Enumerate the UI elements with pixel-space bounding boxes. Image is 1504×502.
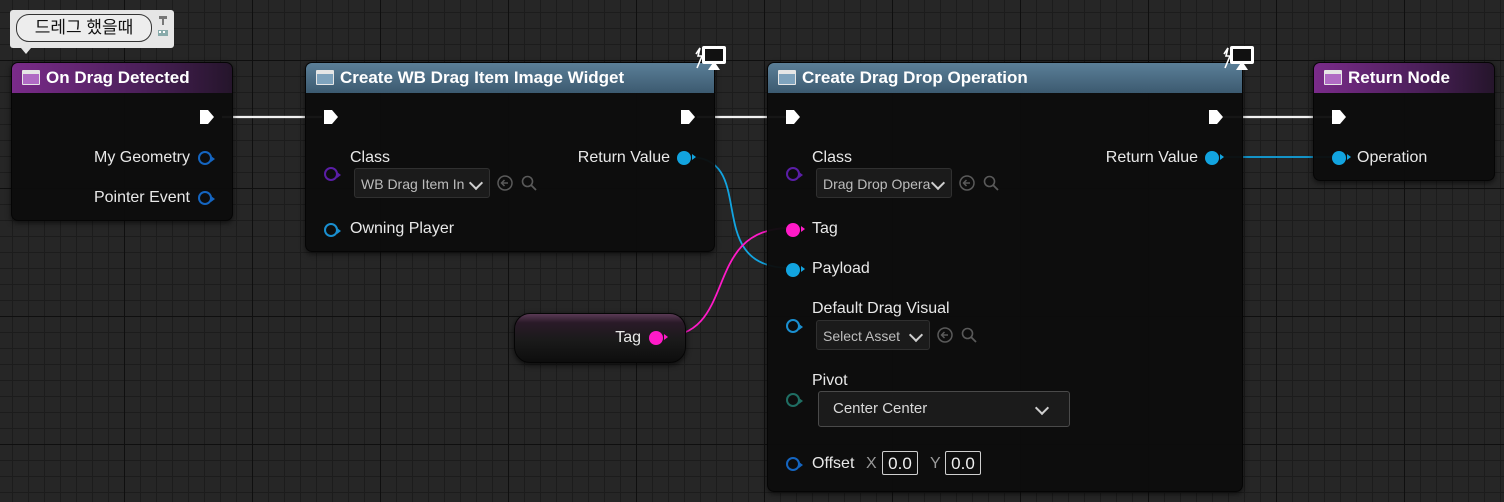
default-drag-visual-select[interactable]: Select Asset <box>816 320 930 350</box>
exec-out-pin-icon[interactable] <box>680 109 696 125</box>
default-drag-visual-label: Default Drag Visual <box>812 300 950 317</box>
monitor-icon <box>695 46 726 70</box>
monitor-icon <box>1223 46 1254 70</box>
browse-arrow-icon[interactable] <box>959 175 975 191</box>
search-icon[interactable] <box>983 175 999 191</box>
owning-player-label: Owning Player <box>350 220 455 237</box>
class-label: Class <box>350 149 391 166</box>
search-icon[interactable] <box>521 175 537 191</box>
event-node-icon <box>22 70 40 85</box>
pivot-label: Pivot <box>812 372 848 389</box>
offset-pin[interactable] <box>786 457 803 471</box>
offset-y-label: Y <box>930 455 941 472</box>
create-drag-drop-title: Create Drag Drop Operation <box>802 68 1028 87</box>
on-drag-detected-title: On Drag Detected <box>46 68 190 87</box>
comment-pin-icon[interactable] <box>156 14 170 40</box>
tag-label: Tag <box>812 220 838 237</box>
pivot-select[interactable]: Center Center <box>818 391 1070 427</box>
chevron-down-icon <box>930 175 946 191</box>
function-node-icon <box>778 70 796 85</box>
return-value-label: Return Value <box>1105 149 1198 166</box>
return-node[interactable]: Return Node Operation <box>1313 62 1495 181</box>
pointer-event-pin[interactable] <box>198 191 215 205</box>
create-drag-drop-node[interactable]: Create Drag Drop Operation Class Drag Dr… <box>767 62 1243 492</box>
payload-label: Payload <box>812 260 870 277</box>
chevron-down-icon <box>1034 400 1050 416</box>
return-node-title: Return Node <box>1348 68 1450 87</box>
class-select[interactable]: Drag Drop Opera <box>816 168 952 198</box>
exec-in-pin-icon[interactable] <box>323 109 339 125</box>
browse-arrow-icon[interactable] <box>937 327 953 343</box>
chevron-down-icon <box>908 327 924 343</box>
default-drag-visual-pin[interactable] <box>786 319 803 333</box>
function-node-icon <box>1324 70 1342 85</box>
exec-out-pin-icon[interactable] <box>199 109 215 125</box>
return-value-pin[interactable] <box>1205 151 1224 165</box>
pivot-pin[interactable] <box>786 393 803 407</box>
return-node-header[interactable]: Return Node <box>1314 63 1494 93</box>
function-node-icon <box>316 70 334 85</box>
class-select[interactable]: WB Drag Item In <box>354 168 490 198</box>
tag-pin[interactable] <box>786 223 805 237</box>
tag-variable-pin[interactable] <box>649 331 668 345</box>
payload-pin[interactable] <box>786 263 805 277</box>
offset-label: Offset <box>812 455 855 472</box>
offset-y-input[interactable]: 0.0 <box>945 451 981 475</box>
on-drag-detected-node[interactable]: On Drag Detected My Geometry Pointer Eve… <box>11 62 233 221</box>
chevron-down-icon <box>468 175 484 191</box>
return-value-pin[interactable] <box>677 151 696 165</box>
default-drag-visual-value: Select Asset <box>823 328 901 344</box>
exec-out-pin-icon[interactable] <box>1208 109 1224 125</box>
create-drag-drop-header[interactable]: Create Drag Drop Operation <box>768 63 1242 93</box>
comment-text[interactable]: 드레그 했을때 <box>16 14 152 42</box>
exec-in-pin-icon[interactable] <box>1331 109 1347 125</box>
exec-in-pin-icon[interactable] <box>785 109 801 125</box>
comment-bubble[interactable]: 드레그 했을때 <box>10 10 174 54</box>
offset-x-input[interactable]: 0.0 <box>882 451 918 475</box>
class-select-value: WB Drag Item In <box>361 176 465 192</box>
comment-tail <box>21 48 31 54</box>
return-value-label: Return Value <box>577 149 670 166</box>
my-geometry-pin[interactable] <box>198 151 215 165</box>
owning-player-pin[interactable] <box>324 223 341 237</box>
tag-variable-label: Tag <box>615 329 641 346</box>
offset-x-label: X <box>866 455 877 472</box>
class-label: Class <box>812 149 853 166</box>
on-drag-detected-header[interactable]: On Drag Detected <box>12 63 232 93</box>
create-widget-node[interactable]: Create WB Drag Item Image Widget Class W… <box>305 62 715 252</box>
pivot-select-value: Center Center <box>833 400 928 417</box>
create-widget-header[interactable]: Create WB Drag Item Image Widget <box>306 63 714 93</box>
create-widget-title: Create WB Drag Item Image Widget <box>340 68 625 87</box>
tag-variable-node[interactable]: Tag <box>514 313 686 363</box>
search-icon[interactable] <box>961 327 977 343</box>
browse-arrow-icon[interactable] <box>497 175 513 191</box>
class-pin[interactable] <box>786 167 803 181</box>
pointer-event-label: Pointer Event <box>93 189 190 206</box>
my-geometry-label: My Geometry <box>93 149 190 166</box>
operation-pin[interactable] <box>1332 151 1351 165</box>
class-pin[interactable] <box>324 167 341 181</box>
operation-label: Operation <box>1357 149 1428 166</box>
class-select-value: Drag Drop Opera <box>823 176 931 192</box>
